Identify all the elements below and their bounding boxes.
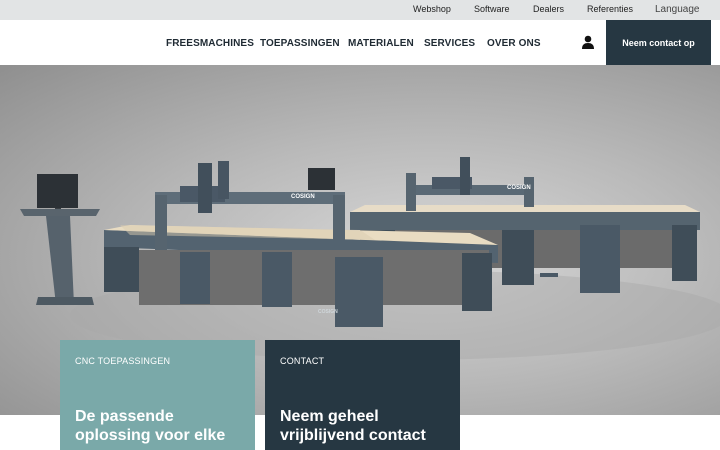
card-kicker: CONTACT <box>280 356 325 366</box>
card-heading: Neem geheel vrijblijvend contact <box>280 408 426 444</box>
utility-bar: Webshop Software Dealers Referenties Lan… <box>0 0 720 20</box>
topbar-link-referenties[interactable]: Referenties <box>587 4 633 14</box>
card-cnc-toepassingen[interactable]: CNC TOEPASSINGEN De passende oplossing v… <box>60 340 255 450</box>
brand-back-label: COSIGN <box>507 185 531 191</box>
nav-item-over-ons[interactable]: OVER ONS <box>487 38 541 49</box>
topbar-link-webshop[interactable]: Webshop <box>413 4 451 14</box>
card-kicker: CNC TOEPASSINGEN <box>75 356 171 366</box>
user-account-icon[interactable] <box>581 35 595 49</box>
brand-front-base-label: COSIGN <box>318 309 338 315</box>
nav-item-freesmachines[interactable]: FREESMACHINES <box>166 38 254 49</box>
contact-cta-button[interactable]: Neem contact op <box>606 20 711 65</box>
brand-front-label: COSIGN <box>291 194 315 200</box>
workstation-terminal <box>20 174 100 305</box>
nav-item-services[interactable]: SERVICES <box>424 38 475 49</box>
topbar-link-dealers[interactable]: Dealers <box>533 4 564 14</box>
nav-item-toepassingen[interactable]: TOEPASSINGEN <box>260 38 340 49</box>
nav-item-materialen[interactable]: MATERIALEN <box>348 38 414 49</box>
card-contact[interactable]: CONTACT Neem geheel vrijblijvend contact <box>265 340 460 450</box>
topbar-link-software[interactable]: Software <box>474 4 510 14</box>
language-selector[interactable]: Language <box>655 4 700 15</box>
card-heading: De passende oplossing voor elke <box>75 408 226 444</box>
